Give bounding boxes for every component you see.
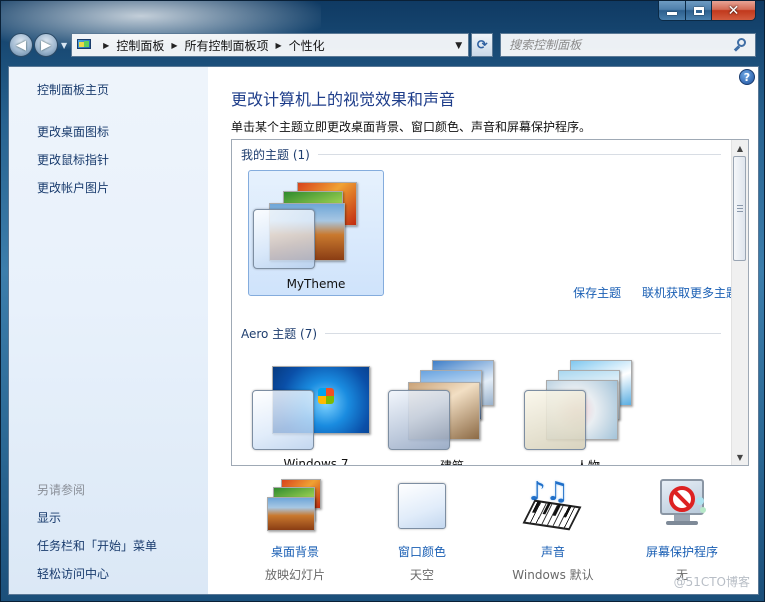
theme-item-mytheme[interactable]: MyTheme: [248, 170, 384, 296]
desktop-background-icon: [267, 477, 323, 535]
page-description: 单击某个主题立即更改桌面背景、窗口颜色、声音和屏幕保护程序。: [231, 120, 592, 134]
refresh-icon: ⟳: [476, 37, 488, 53]
recent-pages-dropdown[interactable]: ▼: [61, 41, 67, 50]
sidebar-item-change-desktop-icons[interactable]: 更改桌面图标: [37, 123, 109, 140]
back-arrow-icon: ◀: [16, 37, 26, 53]
sound-icon: ♪♫: [522, 477, 582, 535]
search-input[interactable]: [509, 38, 710, 52]
theme-name: 建筑: [439, 459, 464, 466]
maximize-icon: [693, 6, 704, 15]
forward-button[interactable]: ▶: [34, 33, 58, 57]
sidebar-tasks: 控制面板主页 更改桌面图标 更改鼠标指针 更改帐户图片: [37, 81, 109, 207]
theme-name: MyTheme: [286, 277, 346, 291]
scroll-up-icon[interactable]: ▲: [732, 140, 748, 156]
window-color-label[interactable]: 窗口颜色: [362, 543, 482, 560]
close-icon: ✕: [727, 2, 740, 19]
page-title: 更改计算机上的视觉效果和声音: [231, 90, 456, 109]
aero-themes-header-label: Aero 主题 (7): [241, 327, 318, 341]
save-theme-link[interactable]: 保存主题: [573, 286, 621, 300]
theme-name: Windows 7: [283, 457, 349, 466]
characters-thumbnail: [524, 360, 650, 452]
caption-buttons: ✕: [658, 1, 756, 21]
refresh-button[interactable]: ⟳: [471, 33, 494, 57]
watermark: @51CTO博客: [673, 575, 750, 589]
search-box[interactable]: [500, 33, 756, 57]
scroll-down-icon[interactable]: ▼: [732, 449, 748, 465]
breadcrumb-control-panel[interactable]: 控制面板: [116, 37, 164, 54]
theme-item-characters[interactable]: 人物: [520, 352, 656, 466]
address-bar[interactable]: ▶ 控制面板 ▶ 所有控制面板项 ▶ 个性化 ▼: [71, 33, 470, 57]
search-icon[interactable]: [733, 38, 748, 52]
address-history-dropdown-icon[interactable]: ▼: [455, 41, 462, 51]
theme-list-scrollbar[interactable]: ▲ ▼: [731, 140, 748, 465]
theme-item-architecture[interactable]: 建筑: [384, 352, 520, 466]
see-also-heading: 另请参阅: [37, 483, 86, 497]
sidebar-item-taskbar-start-menu[interactable]: 任务栏和「开始」菜单: [37, 537, 157, 554]
sidebar-item-display[interactable]: 显示: [37, 509, 157, 526]
control-panel-icon: [76, 38, 92, 52]
minimize-button[interactable]: [659, 1, 685, 20]
theme-list: 我的主题 (1) MyTheme 保存主题 联机获取更多主题 Aero 主题 (…: [231, 139, 749, 466]
breadcrumb-separator-icon[interactable]: ▶: [171, 41, 177, 50]
sidebar-item-change-mouse-pointers[interactable]: 更改鼠标指针: [37, 151, 109, 168]
breadcrumb-separator-icon[interactable]: ▶: [276, 41, 282, 50]
breadcrumb-personalization[interactable]: 个性化: [289, 37, 325, 54]
my-themes-header: 我的主题 (1): [241, 146, 721, 163]
sound-setting[interactable]: ♪♫ 声音 Windows 默认: [493, 477, 613, 583]
theme-actions: 保存主题 联机获取更多主题: [556, 284, 738, 301]
theme-item-windows-7[interactable]: Windows 7: [248, 352, 384, 466]
theme-name: 人物: [575, 459, 600, 466]
client-area: 控制面板主页 更改桌面图标 更改鼠标指针 更改帐户图片 另请参阅 显示 任务栏和…: [8, 66, 759, 595]
breadcrumb-separator-icon[interactable]: ▶: [103, 41, 109, 50]
get-more-themes-link[interactable]: 联机获取更多主题: [642, 286, 738, 300]
forward-arrow-icon: ▶: [41, 37, 51, 53]
main-content: ? 更改计算机上的视觉效果和声音 单击某个主题立即更改桌面背景、窗口颜色、声音和…: [208, 67, 758, 594]
my-themes-header-label: 我的主题 (1): [241, 148, 310, 162]
window-color-value: 天空: [409, 568, 434, 582]
navigation-row: ◀ ▶ ▼ ▶ 控制面板 ▶ 所有控制面板项 ▶ 个性化 ▼ ⟳: [9, 31, 756, 59]
maximize-button[interactable]: [685, 1, 711, 20]
sidebar-item-change-account-picture[interactable]: 更改帐户图片: [37, 179, 109, 196]
sidebar-item-control-panel-home[interactable]: 控制面板主页: [37, 81, 109, 98]
personalization-window: ✕ ◀ ▶ ▼ ▶ 控制面板 ▶ 所有控制面板项 ▶ 个性化 ▼ ⟳ 控制面板主…: [0, 0, 765, 602]
sound-label[interactable]: 声音: [493, 543, 613, 560]
desktop-background-label[interactable]: 桌面背景: [235, 543, 355, 560]
desktop-background-value: 放映幻灯片: [264, 568, 325, 582]
sidebar-item-ease-of-access[interactable]: 轻松访问中心: [37, 565, 157, 582]
screensaver-setting[interactable]: 屏幕保护程序 无: [622, 477, 742, 583]
close-button[interactable]: ✕: [711, 1, 755, 20]
window-color-icon: [398, 477, 446, 535]
scrollbar-thumb[interactable]: [733, 156, 746, 261]
aero-themes-header: Aero 主题 (7): [241, 325, 721, 342]
settings-shortcuts: 桌面背景 放映幻灯片 窗口颜色 天空 ♪♫ 声音 Windows 默认 屏幕保护…: [208, 477, 760, 587]
mytheme-thumbnail: [253, 179, 379, 271]
architecture-thumbnail: [388, 360, 514, 452]
screensaver-label[interactable]: 屏幕保护程序: [622, 543, 742, 560]
windows7-thumbnail: [252, 360, 378, 452]
back-button[interactable]: ◀: [9, 33, 33, 57]
minimize-icon: [667, 12, 677, 15]
sound-value: Windows 默认: [512, 568, 594, 582]
desktop-background-setting[interactable]: 桌面背景 放映幻灯片: [235, 477, 355, 583]
window-color-setting[interactable]: 窗口颜色 天空: [362, 477, 482, 583]
help-icon[interactable]: ?: [739, 69, 755, 85]
screensaver-icon: [654, 477, 710, 535]
breadcrumb-all-items[interactable]: 所有控制面板项: [184, 37, 268, 54]
sidebar-see-also: 另请参阅 显示 任务栏和「开始」菜单 轻松访问中心: [37, 481, 157, 593]
sidebar: 控制面板主页 更改桌面图标 更改鼠标指针 更改帐户图片 另请参阅 显示 任务栏和…: [9, 67, 208, 594]
